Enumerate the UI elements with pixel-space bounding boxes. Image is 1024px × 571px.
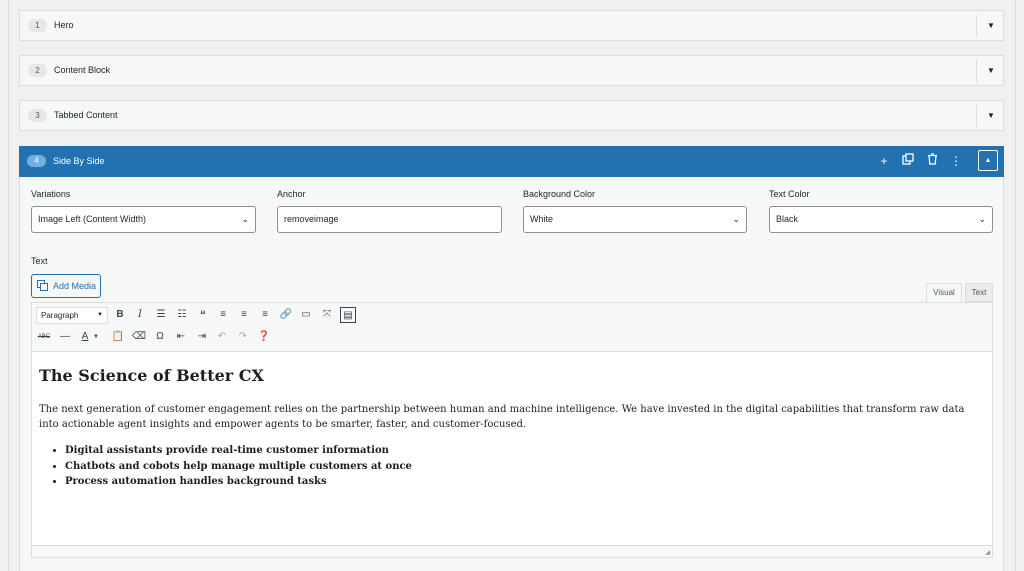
layout-header-side-by-side[interactable]: 4 Side By Side + ⋮ ▲: [19, 146, 1004, 177]
layout-number-badge: 3: [28, 109, 47, 122]
editor-statusbar: ◢: [31, 546, 993, 558]
layout-title: Hero: [54, 20, 74, 30]
tab-text[interactable]: Text: [965, 283, 993, 302]
anchor-input[interactable]: removeimage: [277, 206, 502, 233]
redo-icon[interactable]: ↷: [235, 329, 251, 345]
special-character-icon[interactable]: Ω: [152, 329, 168, 345]
align-right-icon[interactable]: ≡: [257, 307, 273, 323]
variations-label: Variations: [31, 189, 71, 199]
help-icon[interactable]: ❓: [256, 329, 272, 345]
read-more-icon[interactable]: ▭: [298, 307, 314, 323]
text-color-value: Black: [776, 214, 799, 224]
layout-row-hero[interactable]: 1 Hero ▼: [19, 10, 1004, 41]
layout-title: Content Block: [54, 65, 111, 75]
list-item: Digital assistants provide real-time cus…: [65, 443, 412, 459]
blockquote-icon[interactable]: “: [195, 307, 211, 323]
link-icon[interactable]: 🔗: [278, 307, 294, 323]
chevron-down-icon: ⌄: [732, 214, 740, 224]
content-paragraph: The next generation of customer engageme…: [39, 404, 965, 430]
media-icon: [37, 275, 48, 297]
background-color-select[interactable]: White ⌄: [523, 206, 747, 233]
italic-icon[interactable]: I: [132, 307, 148, 323]
expand-toggle-icon[interactable]: ▼: [978, 56, 1004, 85]
more-icon[interactable]: ⋮: [948, 153, 964, 169]
add-media-label: Add Media: [53, 281, 97, 291]
divider: [976, 105, 977, 127]
expand-toggle-icon[interactable]: ▼: [978, 101, 1004, 130]
expand-toggle-icon[interactable]: ▼: [978, 11, 1004, 40]
paste-text-icon[interactable]: 📋: [110, 329, 126, 345]
layout-title: Side By Side: [53, 156, 105, 166]
list-item: Process automation handles background ta…: [65, 474, 412, 490]
chevron-down-icon: ⌄: [978, 214, 986, 224]
add-icon[interactable]: +: [876, 153, 892, 169]
clear-formatting-icon[interactable]: ⌫: [131, 329, 147, 345]
background-color-value: White: [530, 214, 554, 224]
resize-handle-icon[interactable]: ◢: [985, 549, 990, 556]
anchor-value: removeimage: [284, 214, 339, 224]
duplicate-icon[interactable]: [900, 153, 916, 169]
editor-content-area[interactable]: The Science of Better CX The next genera…: [31, 351, 993, 546]
toolbar-toggle-icon[interactable]: ▤: [340, 307, 356, 323]
outdent-icon[interactable]: ⇤: [173, 329, 189, 345]
align-center-icon[interactable]: ≡: [236, 307, 252, 323]
format-value: Paragraph: [41, 311, 79, 320]
undo-icon[interactable]: ↶: [214, 329, 230, 345]
caret-down-icon: ▼: [97, 312, 103, 318]
trash-icon[interactable]: [924, 153, 940, 169]
indent-icon[interactable]: ⇥: [194, 329, 210, 345]
layout-number-badge: 2: [28, 64, 47, 77]
bold-icon[interactable]: B: [112, 307, 128, 323]
divider: [976, 15, 977, 37]
text-color-select[interactable]: Black ⌄: [769, 206, 993, 233]
layout-row-content-block[interactable]: 2 Content Block ▼: [19, 55, 1004, 86]
variations-value: Image Left (Content Width): [38, 214, 147, 224]
bullet-list-icon[interactable]: ☰: [153, 307, 169, 323]
horizontal-line-icon[interactable]: —: [57, 329, 73, 345]
layout-number-badge: 4: [27, 155, 46, 167]
list-item: Chatbots and cobots help manage multiple…: [65, 459, 412, 475]
align-left-icon[interactable]: ≡: [215, 307, 231, 323]
chevron-down-icon: ⌄: [241, 214, 249, 224]
add-media-button[interactable]: Add Media: [31, 274, 101, 298]
collapse-icon[interactable]: ▲: [978, 150, 998, 171]
text-color-label: Text Color: [769, 189, 810, 199]
strikethrough-icon[interactable]: ABC: [36, 329, 52, 345]
text-label: Text: [31, 256, 48, 266]
numbered-list-icon[interactable]: ☷: [174, 307, 190, 323]
text-color-caret-icon[interactable]: ▼: [91, 329, 101, 345]
layout-row-tabbed-content[interactable]: 3 Tabbed Content ▼: [19, 100, 1004, 131]
layout-title: Tabbed Content: [54, 110, 118, 120]
format-select[interactable]: Paragraph ▼: [36, 307, 108, 324]
content-heading: The Science of Better CX: [39, 366, 264, 385]
content-bullet-list: Digital assistants provide real-time cus…: [39, 443, 412, 490]
anchor-label: Anchor: [277, 189, 306, 199]
background-color-label: Background Color: [523, 189, 596, 199]
layout-number-badge: 1: [28, 19, 47, 32]
outer-border-left: [8, 0, 9, 571]
tab-visual[interactable]: Visual: [926, 283, 962, 302]
fullscreen-icon[interactable]: ⤧: [319, 307, 335, 323]
outer-border-right: [1015, 0, 1016, 571]
variations-select[interactable]: Image Left (Content Width) ⌄: [31, 206, 256, 233]
divider: [976, 60, 977, 82]
